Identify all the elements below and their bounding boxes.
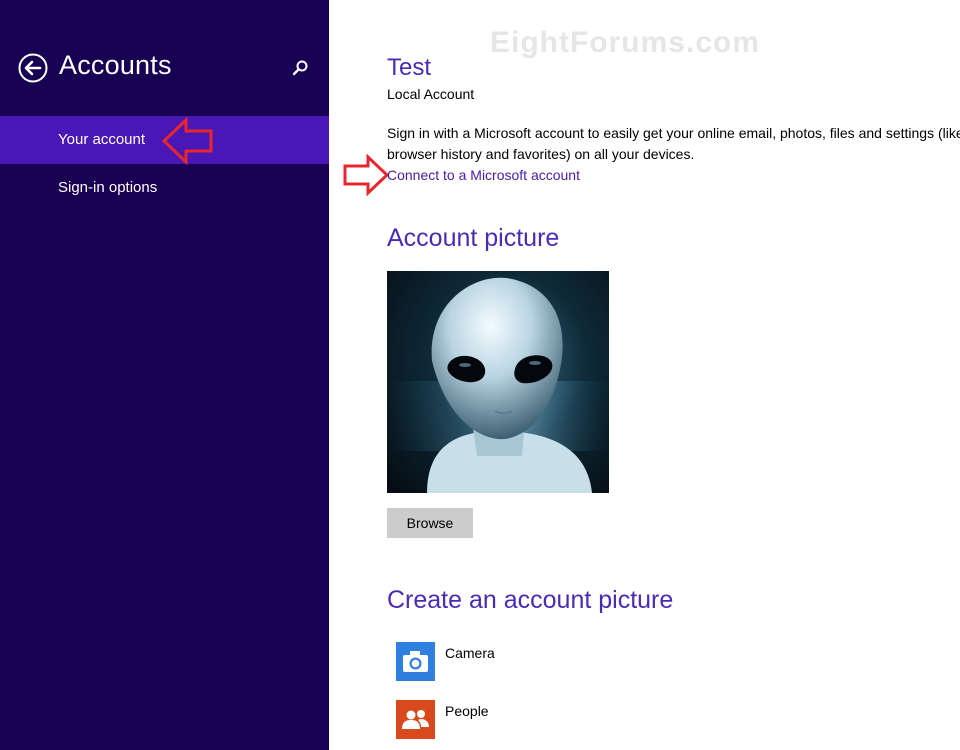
search-button[interactable] [289,58,311,80]
create-account-picture-heading: Create an account picture [387,586,674,614]
account-description: Sign in with a Microsoft account to easi… [387,123,960,165]
description-line: Sign in with a Microsoft account to easi… [387,125,960,141]
sidebar: Accounts Your account Sign-in options [0,0,329,750]
annotation-arrow-left-icon [162,117,213,165]
app-label: Camera [445,645,495,661]
search-icon [292,60,308,76]
camera-tile [396,642,435,681]
account-type: Local Account [387,86,475,102]
description-line: browser history and favorites) on all yo… [387,146,695,162]
watermark: EightForums.com [490,26,761,59]
back-arrow-icon [18,53,48,83]
sidebar-item-label: Your account [58,131,146,148]
browse-button[interactable]: Browse [387,508,473,538]
back-button[interactable] [18,53,48,83]
account-name: Test [387,54,432,81]
page-title: Accounts [59,50,172,80]
connect-microsoft-account-link[interactable]: Connect to a Microsoft account [387,167,580,183]
alien-avatar-image [387,277,609,493]
people-tile [396,700,435,739]
account-picture-heading: Account picture [387,224,560,252]
app-label: People [445,703,489,719]
annotation-arrow-right-icon [343,154,389,196]
sidebar-item-sign-in-options[interactable]: Sign-in options [0,164,329,212]
people-icon [402,710,429,729]
account-picture [387,271,609,493]
camera-icon [403,651,428,672]
sidebar-item-label: Sign-in options [58,179,158,196]
